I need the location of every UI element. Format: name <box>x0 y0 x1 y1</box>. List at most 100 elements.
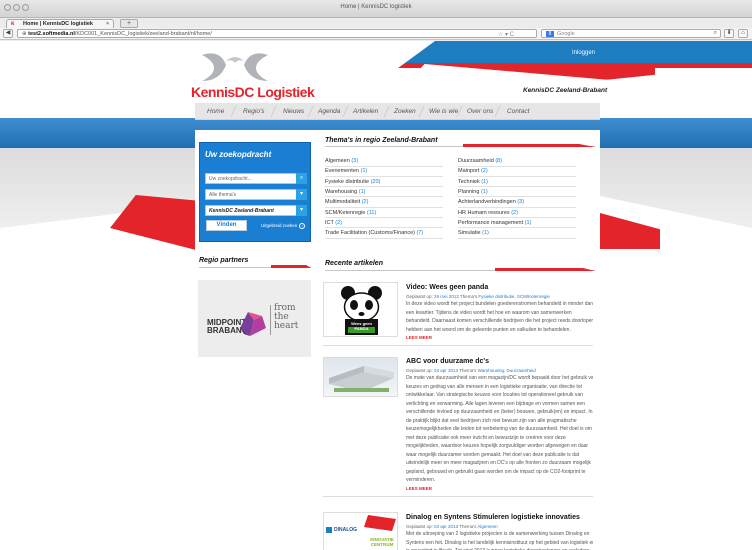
panda-caption: Wees geen PANDA <box>351 321 372 331</box>
article-line: verschillende invloed op duurzaamheid en… <box>406 409 593 415</box>
theme-link[interactable]: Planning (1) <box>458 189 488 195</box>
articles-heading: Recente artikelen <box>325 260 383 267</box>
nav-separator <box>418 106 425 117</box>
search-icon[interactable]: ⌕ <box>714 30 717 37</box>
article-image-dinalog[interactable]: DINALOG INNOVATIE CENTRUM <box>323 512 398 550</box>
article-date[interactable]: 29 mei 2013 <box>434 294 459 299</box>
theme-link[interactable]: Fysieke distributie (20) <box>325 179 380 185</box>
nav-separator <box>494 106 501 117</box>
nav-separator <box>270 106 277 117</box>
chevron-down-icon[interactable]: ▾ <box>296 205 307 216</box>
theme-divider <box>325 186 443 188</box>
google-icon: 8 <box>546 31 554 37</box>
nav-over-ons[interactable]: Over ons <box>467 108 493 115</box>
theme-link[interactable]: Duurzaamheid (8) <box>458 158 502 164</box>
login-link[interactable]: Inloggen <box>572 50 595 56</box>
read-more-link[interactable]: LEES MEER <box>406 486 432 491</box>
nav-nieuws[interactable]: Nieuws <box>283 108 304 115</box>
dinalog-brand: DINALOG <box>334 527 358 533</box>
search-input[interactable]: Uw zoekopdracht... ⌕ <box>205 173 307 184</box>
warehouse-icon <box>329 366 394 392</box>
theme-link[interactable]: ICT (2) <box>325 220 342 226</box>
theme-count: (3) <box>351 158 359 164</box>
theme-link[interactable]: Algemeen (3) <box>325 158 358 164</box>
theme-link[interactable]: Evenementen (1) <box>325 168 367 174</box>
theme-count: (1) <box>480 188 488 195</box>
nav-contact[interactable]: Contact <box>507 108 529 115</box>
article-line: hebben aan het woord om de geleerde punt… <box>406 326 571 333</box>
theme-count: (2) <box>480 168 488 175</box>
theme-divider <box>458 237 576 239</box>
theme-count: (8) <box>495 158 503 164</box>
region-select[interactable]: KennisDC Zeeland-Brabant ▾ <box>205 205 307 216</box>
article-themes[interactable]: Algemeen <box>477 524 497 529</box>
theme-divider <box>458 206 576 208</box>
nav-zoeken[interactable]: Zoeken <box>394 108 416 115</box>
themes-select[interactable]: Alle thema's ▾ <box>205 189 307 200</box>
site-tagline: KennisDC Zeeland-Brabant <box>523 87 608 94</box>
main-content: Uw zoekopdracht Uw zoekopdracht... ⌕ All… <box>195 130 600 550</box>
article-title[interactable]: Video: Wees geen panda <box>406 284 488 291</box>
vinden-button[interactable]: Vinden <box>206 220 247 231</box>
theme-link[interactable]: Achterlandverbindingen (3) <box>458 199 524 205</box>
article-title[interactable]: ABC voor duurzame dc's <box>406 358 489 365</box>
nav-regios[interactable]: Regio's <box>243 108 264 115</box>
region-select-value: KennisDC Zeeland-Brabant <box>209 208 274 214</box>
theme-link[interactable]: Multimodaliteit (2) <box>325 199 368 205</box>
advanced-search-link[interactable]: Uitgebreid zoeken › <box>261 223 306 229</box>
theme-link[interactable]: Performance management (1) <box>458 220 531 226</box>
article-divider <box>323 495 593 497</box>
reload-icon[interactable]: ☆ ▾ C <box>498 31 514 37</box>
article-line: Met de uitroeping van 2 logistieke proje… <box>406 531 590 537</box>
site-logo[interactable]: KennisDC Logistiek <box>191 84 315 100</box>
search-icon[interactable]: ⌕ <box>296 173 307 184</box>
download-icon[interactable]: ⬇ <box>724 29 734 38</box>
partner-logo[interactable]: MIDPOINT BRABANT from the heart <box>198 280 311 357</box>
theme-divider <box>458 227 576 229</box>
advanced-search-label: Uitgebreid zoeken <box>261 223 298 228</box>
nav-agenda[interactable]: Agenda <box>318 108 340 115</box>
theme-link[interactable]: Mainport (2) <box>458 168 488 174</box>
nav-wie-is-wie[interactable]: Wie is wie <box>429 108 458 115</box>
article-date[interactable]: 03 apr 2013 <box>434 524 458 529</box>
browser-tab[interactable]: ĸ Home | KennisDC logistiek × <box>6 19 114 28</box>
article-themes[interactable]: Fysieke distributie, SCM/Ketenregie <box>478 294 550 299</box>
theme-link[interactable]: SCM/Ketenregie (11) <box>325 210 376 216</box>
theme-link[interactable]: Techniek (1) <box>458 179 488 185</box>
article-line: keuzes en gedrag van alle mensen in een … <box>406 383 582 390</box>
article-date[interactable]: 03 apr 2013 <box>434 368 458 373</box>
theme-link[interactable]: Warehousing (1) <box>325 189 365 195</box>
nav-home[interactable]: Home <box>207 108 224 115</box>
read-more-link[interactable]: LEES MEER <box>406 335 432 340</box>
themes-heading: Thema's in regio Zeeland-Brabant <box>325 137 438 144</box>
heading-accent <box>495 268 595 271</box>
theme-link[interactable]: HR Humam resoures (2) <box>458 210 518 216</box>
theme-divider <box>325 206 443 208</box>
chevron-down-icon[interactable]: ▾ <box>296 189 307 200</box>
article-image-warehouse[interactable] <box>323 357 398 397</box>
back-button[interactable]: ◀ <box>3 29 13 38</box>
theme-name: Evenementen <box>325 168 359 175</box>
theme-name: Duurzaamheid <box>458 158 494 164</box>
theme-name: ICT <box>325 219 334 226</box>
theme-link[interactable]: Trade Facilitation (Customs/Finance) (7) <box>325 230 423 236</box>
theme-divider <box>325 196 443 198</box>
article-line: mogelijkheden, waardoor keuzes hopelijk … <box>406 443 589 449</box>
search-placeholder: Uw zoekopdracht... <box>209 176 252 182</box>
theme-link[interactable]: Simulatie (1) <box>458 230 489 236</box>
nav-artikelen[interactable]: Artikelen <box>353 108 378 115</box>
article-image-panda[interactable]: Wees geen PANDA <box>323 282 398 337</box>
article-theme-prefix: Thema's <box>459 368 477 373</box>
theme-divider <box>325 227 443 229</box>
new-tab-button[interactable]: + <box>120 19 138 28</box>
home-icon[interactable]: ⌂ <box>738 29 748 38</box>
close-tab-icon[interactable]: × <box>106 21 109 27</box>
address-bar[interactable]: ⊕ test2.softmedia.nl/KDC001_KennisDC_log… <box>17 29 537 38</box>
theme-name: Trade Facilitation (Customs/Finance) <box>325 230 415 237</box>
main-navigation: Home Regio's Nieuws Agenda Artikelen Zoe… <box>195 103 600 120</box>
article-themes[interactable]: Warehousing, Duurzaamheid <box>478 368 536 373</box>
article-title[interactable]: Dinalog en Syntens Stimuleren logistieke… <box>406 514 580 521</box>
nav-separator <box>383 106 390 117</box>
theme-divider <box>458 196 576 198</box>
search-bar[interactable]: 8 Google ⌕ <box>541 29 721 38</box>
